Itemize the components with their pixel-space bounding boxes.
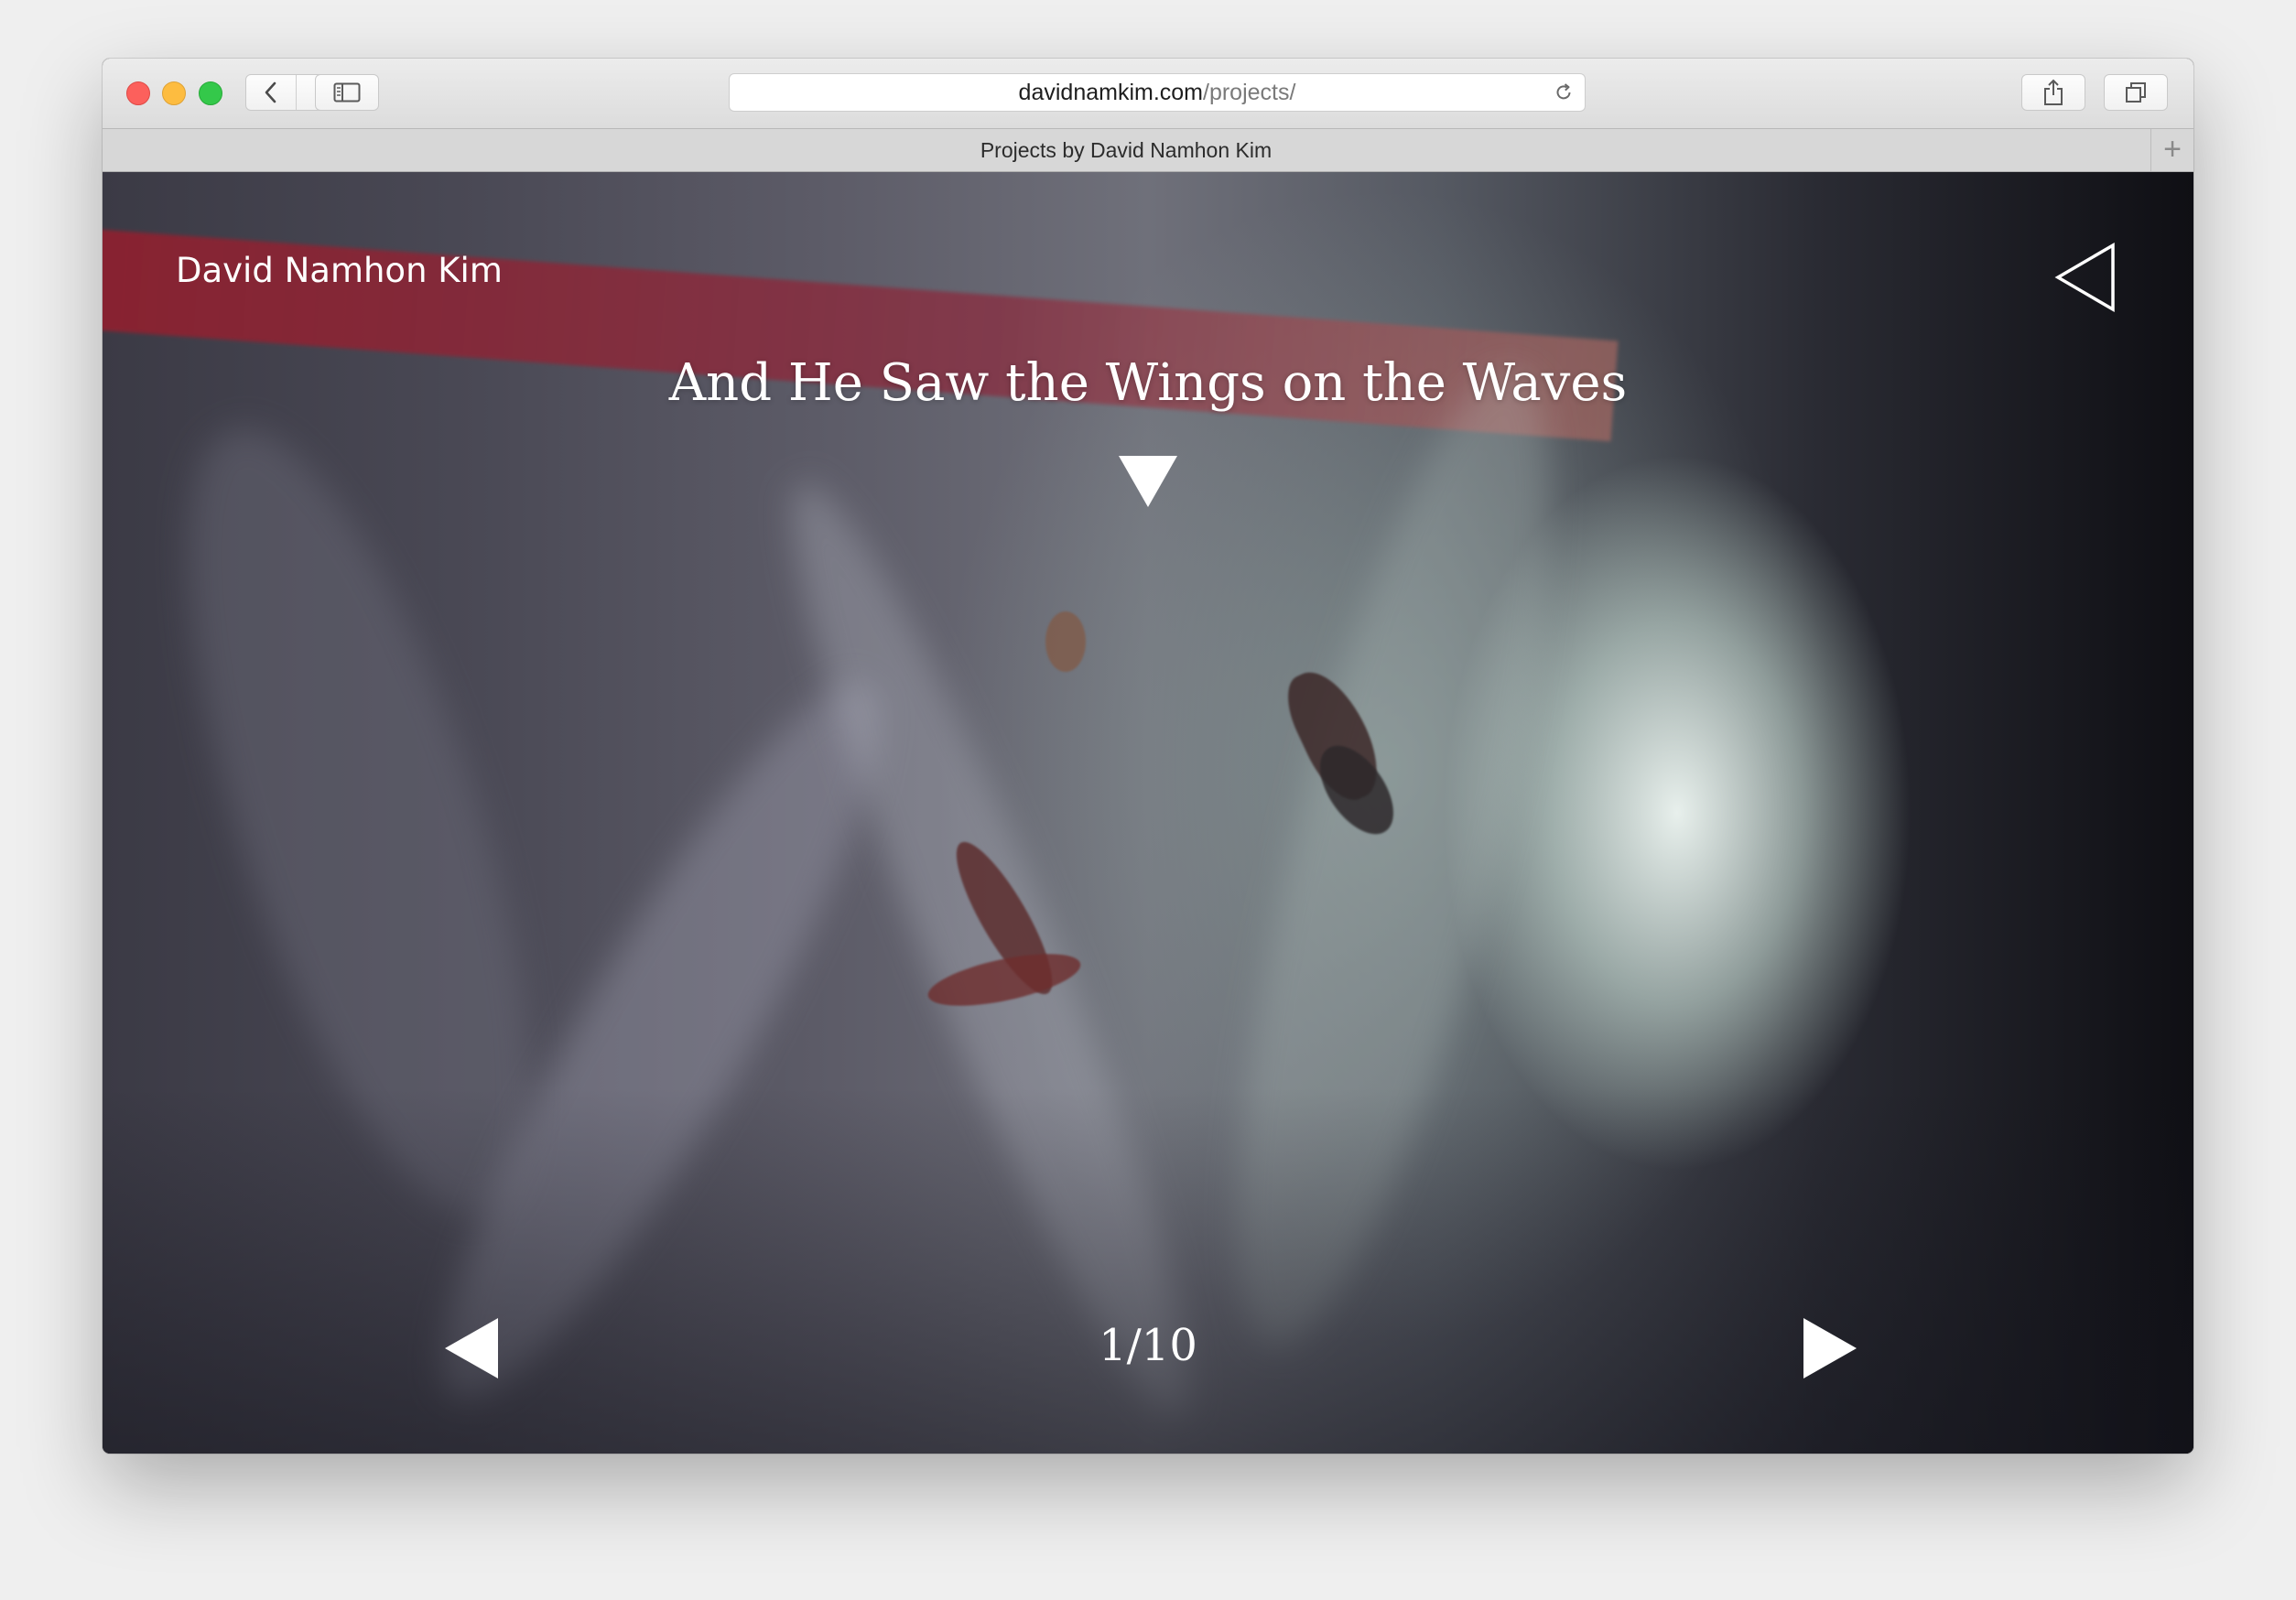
sidebar-button[interactable]: [315, 74, 379, 111]
fullscreen-window-button[interactable]: [199, 81, 222, 105]
minimize-window-button[interactable]: [162, 81, 186, 105]
share-button[interactable]: [2021, 74, 2085, 111]
browser-toolbar: davidnamkim.com/projects/: [103, 59, 2193, 128]
scroll-down-arrow-icon[interactable]: [1119, 456, 1177, 507]
slide-counter: 1/10: [1099, 1320, 1197, 1371]
share-icon: [2044, 79, 2063, 105]
menu-triangle-icon[interactable]: [2052, 242, 2118, 313]
project-title[interactable]: And He Saw the Wings on the Waves: [103, 353, 2193, 413]
url-host: davidnamkim.com: [1018, 80, 1203, 105]
project-slideshow: David Namhon Kim And He Saw the Wings on…: [103, 172, 2193, 1454]
reload-icon[interactable]: [1554, 82, 1574, 103]
active-tab[interactable]: Projects by David Namhon Kim: [103, 129, 2150, 171]
browser-window: davidnamkim.com/projects/ Projects by Da…: [103, 59, 2193, 1454]
moth-shape: [1045, 611, 1086, 672]
url-path: /projects/: [1203, 80, 1296, 105]
site-name-link[interactable]: David Namhon Kim: [176, 251, 503, 290]
tabs-overview-button[interactable]: [2104, 74, 2168, 111]
sidebar-icon: [333, 82, 361, 103]
back-button[interactable]: [246, 75, 296, 110]
chevron-left-icon: [265, 81, 276, 103]
new-tab-button[interactable]: +: [2150, 129, 2193, 171]
tab-bar: Projects by David Namhon Kim +: [103, 128, 2193, 172]
close-window-button[interactable]: [126, 81, 150, 105]
address-bar[interactable]: davidnamkim.com/projects/: [729, 73, 1586, 112]
tabs-overview-icon: [2126, 82, 2146, 103]
next-slide-arrow-icon[interactable]: [1803, 1318, 1857, 1378]
